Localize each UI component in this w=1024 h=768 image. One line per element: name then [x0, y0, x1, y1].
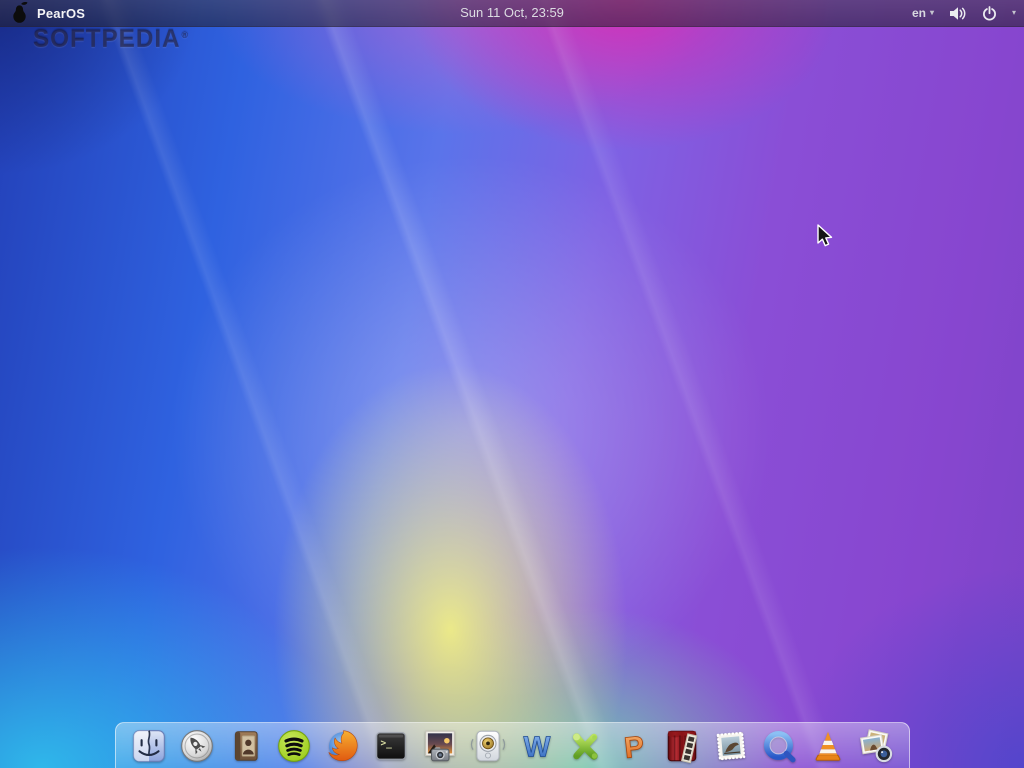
registered-mark: ®: [181, 30, 188, 40]
finder-icon: [130, 727, 168, 765]
volume-icon[interactable]: [949, 6, 967, 21]
dock-item-spotify[interactable]: [272, 724, 316, 768]
vlc-cone-icon: [809, 727, 847, 765]
word-w-icon: W: [518, 727, 556, 765]
chevron-down-icon: ▾: [930, 9, 934, 17]
pear-logo-icon[interactable]: [10, 2, 29, 24]
power-menu[interactable]: [982, 6, 997, 21]
mail-stamp-icon: [712, 727, 750, 765]
launchpad-rocket-icon: [178, 727, 216, 765]
terminal-prompt: >_: [381, 738, 393, 749]
word-letter: W: [523, 731, 550, 763]
dock-item-quicktime[interactable]: [757, 724, 801, 768]
dock-item-firefox[interactable]: [321, 724, 365, 768]
dock-item-launchpad[interactable]: [175, 724, 219, 768]
power-chevron-down-icon[interactable]: ▾: [1012, 9, 1016, 17]
spotify-icon: [275, 727, 313, 765]
language-selector[interactable]: en ▾: [912, 6, 934, 20]
clock[interactable]: Sun 11 Oct, 23:59: [460, 0, 564, 26]
appmenu-label[interactable]: PearOS: [37, 6, 85, 21]
dock-item-audio[interactable]: [466, 724, 510, 768]
dock-item-terminal[interactable]: >_: [369, 724, 413, 768]
theater-curtain-icon: [663, 727, 701, 765]
powerpoint-p-icon: P: [615, 727, 653, 765]
powerpoint-letter: P: [622, 730, 645, 765]
dock-item-vlc[interactable]: [806, 724, 850, 768]
system-menu[interactable]: PearOS: [0, 0, 85, 26]
dock-item-finder[interactable]: [127, 724, 171, 768]
watermark-text: SOFTPEDIA: [33, 25, 181, 53]
desktop-screen: SOFTPEDIA® PearOS Sun 11 Oct, 23:59 en ▾: [0, 0, 1024, 768]
contacts-book-icon: [227, 727, 265, 765]
language-label: en: [912, 6, 926, 20]
dock-item-word[interactable]: W: [515, 724, 559, 768]
excel-x-icon: [566, 727, 604, 765]
dock: >_: [115, 722, 910, 768]
status-area: en ▾ ▾: [912, 0, 1016, 26]
softpedia-watermark: SOFTPEDIA®: [33, 25, 189, 54]
firefox-icon: [324, 727, 362, 765]
photos-lens-icon: [857, 727, 895, 765]
dock-item-powerpoint[interactable]: P: [612, 724, 656, 768]
quicktime-q-icon: [760, 727, 798, 765]
dock-item-contacts[interactable]: [224, 724, 268, 768]
terminal-icon: >_: [372, 727, 410, 765]
dock-item-photos[interactable]: [418, 724, 462, 768]
speaker-icon: [469, 727, 507, 765]
dock-item-excel[interactable]: [563, 724, 607, 768]
desktop-wallpaper: [0, 0, 1024, 768]
menubar: PearOS Sun 11 Oct, 23:59 en ▾ ▾: [0, 0, 1024, 27]
dock-item-mail[interactable]: [709, 724, 753, 768]
dock-item-iphoto[interactable]: [854, 724, 898, 768]
dock-item-movies[interactable]: [660, 724, 704, 768]
photo-camera-icon: [421, 727, 459, 765]
